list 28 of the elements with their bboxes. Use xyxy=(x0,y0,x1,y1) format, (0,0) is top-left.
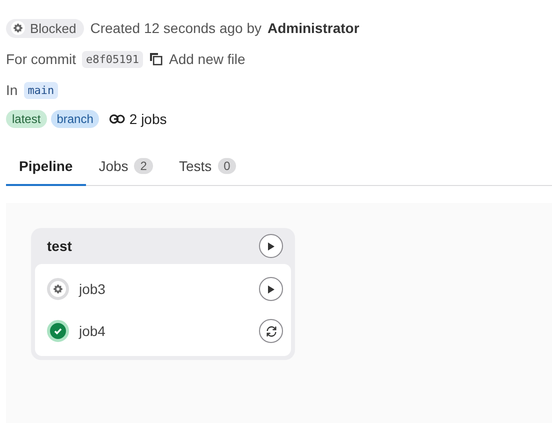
tab[interactable]: Pipeline xyxy=(6,147,86,186)
play-icon xyxy=(267,242,275,250)
play-icon xyxy=(267,284,275,294)
stage-name: test xyxy=(47,238,72,254)
branch-name[interactable]: main xyxy=(24,82,58,98)
ref-label: In xyxy=(6,82,18,98)
commit-label: For commit xyxy=(6,51,76,67)
commit-message[interactable]: Add new file xyxy=(168,51,246,67)
job-name[interactable]: job3 xyxy=(79,281,249,297)
commit-sha[interactable]: e8f05191 xyxy=(82,50,143,68)
pipeline-icon xyxy=(109,113,126,125)
tab[interactable]: Jobs 2 xyxy=(86,147,166,186)
stage-action-button[interactable] xyxy=(259,234,283,258)
gear-icon xyxy=(13,23,23,33)
copy-icon[interactable] xyxy=(148,52,163,66)
job-action-button[interactable] xyxy=(259,319,283,343)
retry-icon xyxy=(264,324,278,338)
job-action-button[interactable] xyxy=(259,277,283,301)
tab[interactable]: Tests 0 xyxy=(166,147,250,186)
jobs-count: 2 jobs xyxy=(129,111,167,127)
status-badge: Blocked xyxy=(6,18,84,38)
latest-badge: latest xyxy=(6,110,47,128)
success-status-icon xyxy=(47,320,69,342)
gear-icon xyxy=(53,284,63,294)
job-name[interactable]: job4 xyxy=(79,323,249,339)
created-text: Created 12 seconds ago by xyxy=(90,20,262,36)
ref-badge: branch xyxy=(50,110,100,128)
author-link[interactable]: Administrator xyxy=(267,20,360,36)
